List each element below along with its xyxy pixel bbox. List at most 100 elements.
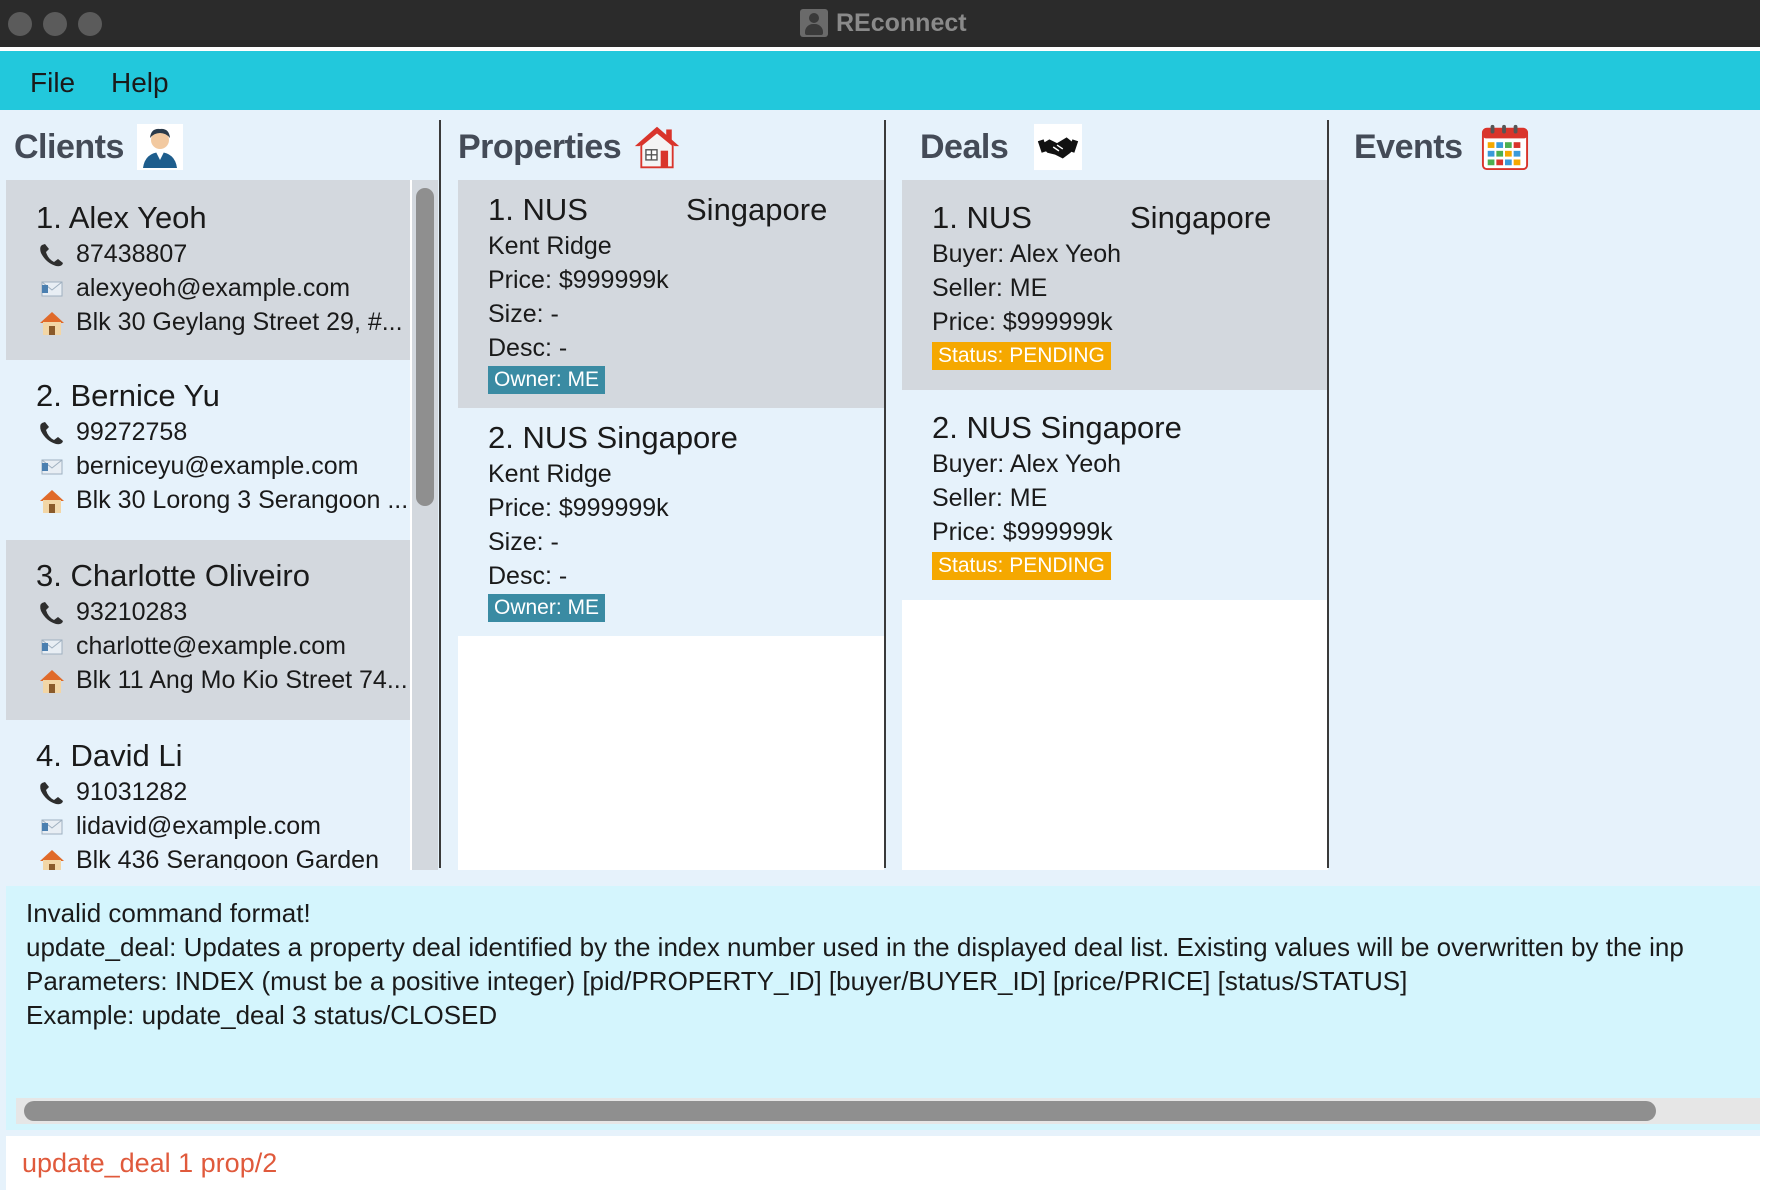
title-bar: REconnect bbox=[0, 0, 1760, 47]
client-card[interactable]: 4. David Li 91031282 lidavid@example.com… bbox=[6, 720, 410, 870]
client-phone-row: 93210283 bbox=[36, 598, 187, 627]
deal-price: Price: $999999k bbox=[932, 518, 1113, 546]
deal-name: 2. NUS Singapore bbox=[932, 410, 1182, 445]
client-phone: 93210283 bbox=[76, 598, 188, 626]
property-card[interactable]: 2. NUS Singapore Kent Ridge Price: $9999… bbox=[458, 408, 884, 636]
mail-icon bbox=[36, 453, 68, 481]
client-email-row: alexyeoh@example.com bbox=[36, 274, 350, 303]
mail-icon bbox=[36, 275, 68, 303]
property-name: 1. NUS bbox=[488, 192, 588, 227]
clients-panel: Clients 1. Alex Yeoh 87438807 alexyeoh@e… bbox=[0, 110, 440, 870]
client-address: Blk 30 Geylang Street 29, #... bbox=[76, 308, 403, 336]
result-line: Parameters: INDEX (must be a positive in… bbox=[26, 966, 1408, 996]
client-email-row: charlotte@example.com bbox=[36, 632, 346, 661]
client-phone-row: 87438807 bbox=[36, 240, 187, 269]
clients-scrollbar-thumb[interactable] bbox=[416, 188, 434, 506]
clients-header: Clients bbox=[14, 122, 184, 172]
deal-buyer: Buyer: Alex Yeoh bbox=[932, 240, 1122, 268]
client-address: Blk 11 Ang Mo Kio Street 74... bbox=[76, 666, 408, 694]
result-horizontal-scrollbar[interactable] bbox=[16, 1098, 1760, 1124]
clients-list[interactable]: 1. Alex Yeoh 87438807 alexyeoh@example.c… bbox=[6, 180, 412, 870]
house-icon bbox=[36, 487, 68, 515]
deal-card[interactable]: 1. NUS Singapore Buyer: Alex Yeoh Seller… bbox=[902, 180, 1328, 390]
client-phone: 91031282 bbox=[76, 778, 188, 806]
client-email: berniceyu@example.com bbox=[76, 452, 359, 480]
panel-divider bbox=[439, 120, 441, 868]
owner-tag: Owner: ME bbox=[488, 366, 606, 394]
clients-title: Clients bbox=[14, 127, 124, 166]
client-name: 3. Charlotte Oliveiro bbox=[36, 558, 310, 593]
client-card[interactable]: 3. Charlotte Oliveiro 93210283 charlotte… bbox=[6, 540, 410, 720]
property-size: Size: - bbox=[488, 300, 559, 328]
client-card[interactable]: 1. Alex Yeoh 87438807 alexyeoh@example.c… bbox=[6, 180, 410, 360]
client-address-row: Blk 436 Serangoon Garden bbox=[36, 846, 379, 870]
minimize-window-button[interactable] bbox=[43, 12, 67, 36]
phone-icon bbox=[36, 779, 68, 807]
mail-icon bbox=[36, 813, 68, 841]
properties-title: Properties bbox=[458, 127, 622, 166]
deal-seller: Seller: ME bbox=[932, 484, 1048, 512]
deal-price: Price: $999999k bbox=[932, 308, 1113, 336]
client-phone: 87438807 bbox=[76, 240, 188, 268]
command-input[interactable] bbox=[20, 1140, 1724, 1186]
client-name: 4. David Li bbox=[36, 738, 183, 773]
deals-title: Deals bbox=[920, 127, 1009, 166]
client-email: alexyeoh@example.com bbox=[76, 274, 351, 302]
result-scrollbar-thumb[interactable] bbox=[24, 1101, 1656, 1121]
client-phone-row: 99272758 bbox=[36, 418, 187, 447]
phone-icon bbox=[36, 599, 68, 627]
events-panel: Events bbox=[1332, 110, 1760, 870]
events-header: Events bbox=[1354, 122, 1529, 172]
property-card[interactable]: 1. NUS Singapore Kent Ridge Price: $9999… bbox=[458, 180, 884, 408]
app-icon bbox=[800, 9, 828, 37]
client-name: 1. Alex Yeoh bbox=[36, 200, 207, 235]
zoom-window-button[interactable] bbox=[78, 12, 102, 36]
client-card[interactable]: 2. Bernice Yu 99272758 berniceyu@example… bbox=[6, 360, 410, 540]
deal-name: 1. NUS bbox=[932, 200, 1032, 235]
client-address: Blk 30 Lorong 3 Serangoon ... bbox=[76, 486, 409, 514]
client-address-row: Blk 11 Ang Mo Kio Street 74... bbox=[36, 666, 408, 695]
menu-help[interactable]: Help bbox=[111, 67, 169, 99]
client-address-row: Blk 30 Geylang Street 29, #... bbox=[36, 308, 403, 337]
deal-card[interactable]: 2. NUS Singapore Buyer: Alex Yeoh Seller… bbox=[902, 390, 1328, 600]
close-window-button[interactable] bbox=[8, 12, 32, 36]
property-name: 2. NUS Singapore bbox=[488, 420, 738, 455]
mail-icon bbox=[36, 633, 68, 661]
panel-divider bbox=[884, 120, 886, 868]
properties-list[interactable]: 1. NUS Singapore Kent Ridge Price: $9999… bbox=[458, 180, 884, 870]
menu-file[interactable]: File bbox=[30, 67, 75, 99]
house-icon bbox=[36, 309, 68, 337]
window-title: REconnect bbox=[836, 8, 967, 37]
client-email-row: lidavid@example.com bbox=[36, 812, 321, 841]
deal-name-suffix: Singapore bbox=[1130, 200, 1272, 235]
deal-seller: Seller: ME bbox=[932, 274, 1048, 302]
status-badge: Status: PENDING bbox=[932, 342, 1111, 370]
deals-list[interactable]: 1. NUS Singapore Buyer: Alex Yeoh Seller… bbox=[902, 180, 1328, 870]
client-email: lidavid@example.com bbox=[76, 812, 321, 840]
events-list[interactable] bbox=[1332, 180, 1760, 870]
property-location: Kent Ridge bbox=[488, 460, 612, 488]
client-name: 2. Bernice Yu bbox=[36, 378, 220, 413]
client-email: charlotte@example.com bbox=[76, 632, 346, 660]
command-box bbox=[6, 1136, 1760, 1190]
property-price: Price: $999999k bbox=[488, 494, 669, 522]
property-desc: Desc: - bbox=[488, 334, 568, 362]
property-location: Kent Ridge bbox=[488, 232, 612, 260]
house-icon bbox=[36, 667, 68, 695]
property-price: Price: $999999k bbox=[488, 266, 669, 294]
screen-edge bbox=[1760, 0, 1768, 1190]
deal-buyer: Buyer: Alex Yeoh bbox=[932, 450, 1122, 478]
deals-panel: Deals 1. NUS Singapore Buyer: Alex Yeoh … bbox=[888, 110, 1328, 870]
deals-header: Deals bbox=[920, 122, 1083, 172]
phone-icon bbox=[36, 241, 68, 269]
client-phone-row: 91031282 bbox=[36, 778, 187, 807]
panel-divider bbox=[1327, 120, 1329, 868]
owner-tag: Owner: ME bbox=[488, 594, 606, 622]
client-address: Blk 436 Serangoon Garden bbox=[76, 846, 379, 870]
person-icon bbox=[136, 123, 184, 171]
client-phone: 99272758 bbox=[76, 418, 188, 446]
result-line: Example: update_deal 3 status/CLOSED bbox=[26, 1000, 498, 1030]
property-name-suffix: Singapore bbox=[686, 192, 828, 227]
clients-scrollbar[interactable] bbox=[412, 180, 438, 870]
result-text: Invalid command format! update_deal: Upda… bbox=[26, 896, 1760, 1032]
